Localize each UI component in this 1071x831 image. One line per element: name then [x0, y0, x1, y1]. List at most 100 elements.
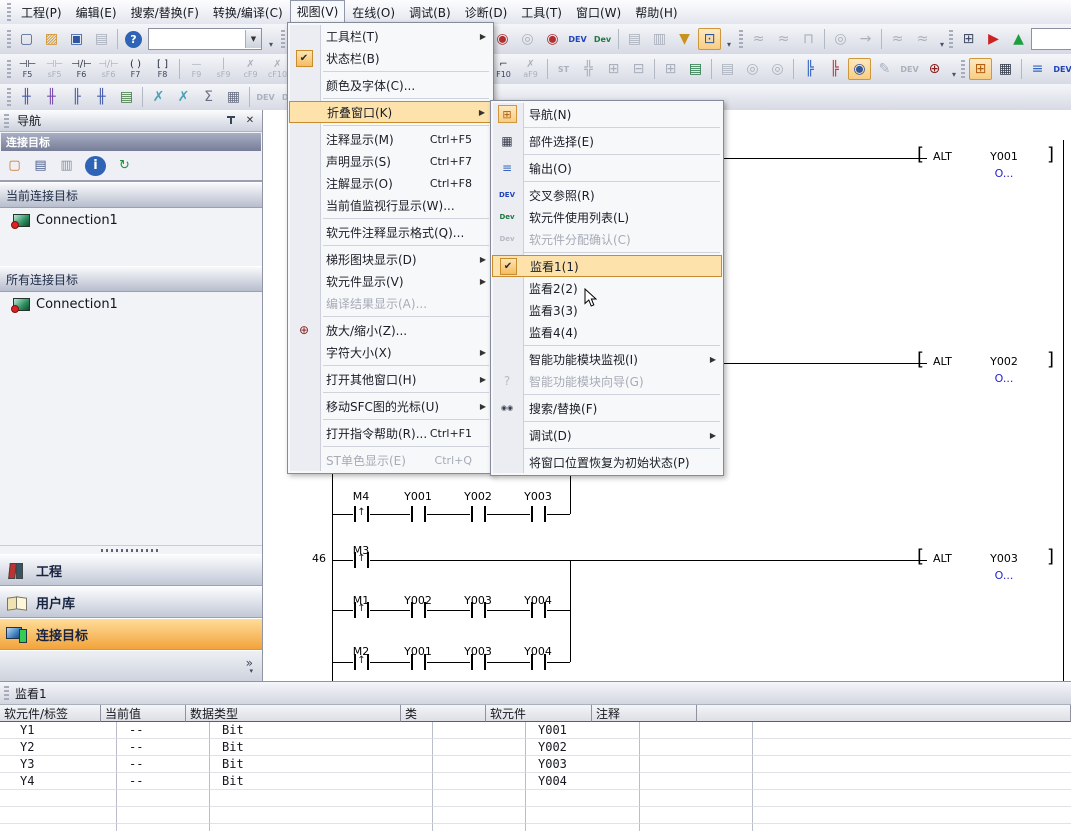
row-insert-icon[interactable]: ⊞: [602, 58, 625, 80]
error-check-icon[interactable]: ▲: [1007, 28, 1030, 50]
trace-setting-icon[interactable]: ≈: [772, 28, 795, 50]
submenu-item-c[interactable]: Dev软元件分配确认(C): [492, 228, 722, 250]
submenu-item-d[interactable]: 调试(D)▶: [492, 424, 722, 446]
menubar-item-h[interactable]: 帮助(H): [628, 1, 684, 24]
coil-button[interactable]: ( )F7: [122, 56, 149, 83]
toolbar-overflow-button[interactable]: ▾: [265, 27, 277, 52]
open-folder-icon[interactable]: ▨: [40, 28, 63, 50]
panel-splitter-handle[interactable]: [0, 545, 262, 554]
list-display-icon[interactable]: ╠: [798, 58, 821, 80]
edit-ladder-icon[interactable]: ╠: [823, 58, 846, 80]
cross-reference-icon[interactable]: DEV: [566, 28, 589, 50]
table-check-icon[interactable]: ▦: [222, 86, 245, 108]
view-menu-item-c[interactable]: 颜色及字体(C)...: [289, 74, 492, 96]
simulation-icon[interactable]: ⊞: [957, 28, 980, 50]
sigma-check-icon[interactable]: Σ: [197, 86, 220, 108]
view-menu-item-k[interactable]: 折叠窗口(K)▶: [289, 101, 492, 123]
statement-edit-icon[interactable]: ▤: [716, 58, 739, 80]
device-test-icon[interactable]: DEV: [898, 58, 921, 80]
ladder-block-split-icon[interactable]: ╫: [15, 86, 38, 108]
watch-column-header-3[interactable]: 数据类型: [186, 705, 401, 722]
watch-column-header-6[interactable]: 注释: [592, 705, 697, 722]
menubar-item-b[interactable]: 调试(B): [402, 1, 458, 24]
menubar-item-f[interactable]: 搜索/替换(F): [124, 1, 206, 24]
submenu-item-4[interactable]: 监看4(4): [492, 321, 722, 343]
menubar-item-e[interactable]: 编辑(E): [69, 1, 124, 24]
batch-find-icon[interactable]: ◉: [541, 28, 564, 50]
view-menu-item-t[interactable]: 工具栏(T)▶: [289, 25, 492, 47]
panel-tab-item[interactable]: 工程: [0, 554, 262, 586]
navigation-window-icon[interactable]: ⊞: [969, 58, 992, 80]
delete-horizontal-line-button[interactable]: ✗cF9: [237, 56, 264, 83]
close-branch-button[interactable]: ⊣∕⊢sF6: [95, 56, 122, 83]
watch-column-header-5[interactable]: 软元件: [486, 705, 592, 722]
panel-grip[interactable]: [4, 114, 9, 128]
view-menu-item-h[interactable]: 打开其他窗口(H)▶: [289, 368, 492, 390]
view-menu-item-a[interactable]: 编译结果显示(A)...: [289, 292, 492, 314]
watch-row-y3[interactable]: Y3--BitY003: [0, 756, 1071, 773]
refresh-icon[interactable]: ↻: [114, 156, 135, 176]
view-menu-item-d[interactable]: 梯形图块显示(D)▶: [289, 248, 492, 270]
help-icon[interactable]: ?: [125, 31, 142, 48]
pulse-output-icon[interactable]: ⊓: [797, 28, 820, 50]
panel-tab-item[interactable]: 连接目标: [0, 618, 262, 650]
find-contact-icon[interactable]: ◉: [491, 28, 514, 50]
watch-column-header-1[interactable]: 软元件/标签: [0, 705, 101, 722]
open-contact-button[interactable]: ⊣⊢F5: [14, 56, 41, 83]
horizontal-line-button[interactable]: —F9: [183, 56, 210, 83]
column-insert-icon[interactable]: ⊞: [659, 58, 682, 80]
submenu-item-r[interactable]: DEV交叉参照(R): [492, 184, 722, 206]
submenu-item-n[interactable]: ⊞导航(N): [492, 103, 722, 125]
row-delete-icon[interactable]: ⊟: [627, 58, 650, 80]
watch-row-y1[interactable]: Y1--BitY001: [0, 722, 1071, 739]
view-menu-item-q[interactable]: 软元件注释显示格式(Q)...: [289, 221, 492, 243]
view-menu-item-v[interactable]: 软元件显示(V)▶: [289, 270, 492, 292]
menubar-item-c[interactable]: 转换/编译(C): [206, 1, 290, 24]
submenu-item-g[interactable]: ?智能功能模块向导(G): [492, 370, 722, 392]
delete-line-af9-button[interactable]: ✗aF9: [517, 56, 544, 83]
menubar-item-d[interactable]: 诊断(D): [458, 1, 515, 24]
submenu-item-e[interactable]: ▦部件选择(E): [492, 130, 722, 152]
application-instruction-button[interactable]: [ ]F8: [149, 56, 176, 83]
component-select-icon[interactable]: ▦: [994, 58, 1017, 80]
watch-column-header-4[interactable]: 类: [401, 705, 486, 722]
print-icon[interactable]: ▤: [90, 28, 113, 50]
step-break-icon[interactable]: ╫: [90, 86, 113, 108]
toolbar-overflow-button[interactable]: ▾: [723, 27, 735, 52]
submenu-item-l[interactable]: Dev软元件使用列表(L): [492, 206, 722, 228]
statement-icon[interactable]: ▤: [623, 28, 646, 50]
connection-item[interactable]: Connection1: [0, 292, 262, 316]
view-menu-item-b[interactable]: 状态栏(B): [289, 47, 492, 69]
ladder-block-merge-icon[interactable]: ╫: [40, 86, 63, 108]
watch-row-empty[interactable]: [0, 824, 1071, 831]
panel-grip[interactable]: [4, 686, 9, 700]
scan-time-box[interactable]: 100m: [1031, 28, 1071, 50]
contact-M4[interactable]: ↑: [353, 505, 370, 523]
view-menu-item-w[interactable]: 当前值监视行显示(W)...: [289, 194, 492, 216]
find-statement-icon[interactable]: ◎: [741, 58, 764, 80]
device-list-icon[interactable]: Dev: [591, 28, 614, 50]
view-menu-item-m[interactable]: 注释显示(M)Ctrl+F5: [289, 128, 492, 150]
output-window-icon[interactable]: ≡: [1026, 58, 1049, 80]
device-batch-icon[interactable]: DEV: [254, 86, 277, 108]
st-block-icon[interactable]: ST: [552, 58, 575, 80]
pin-icon[interactable]: [223, 113, 239, 128]
menubar-item-w[interactable]: 窗口(W): [569, 1, 628, 24]
watch-row-y4[interactable]: Y4--BitY004: [0, 773, 1071, 790]
submenu-item-3[interactable]: 监看3(3): [492, 299, 722, 321]
submenu-item-p[interactable]: 将窗口位置恢复为初始状态(P): [492, 451, 722, 473]
write-mode-icon[interactable]: ✎: [873, 58, 896, 80]
monitor-mode-icon[interactable]: ⊡: [698, 28, 721, 50]
read-mode-icon[interactable]: ◉: [848, 58, 871, 80]
submenu-item-1[interactable]: 监看1(1): [492, 255, 722, 277]
note-icon[interactable]: ▥: [648, 28, 671, 50]
close-contact-button[interactable]: ⊣∕⊢F6: [68, 56, 95, 83]
panel-tab-item[interactable]: 用户库: [0, 586, 262, 618]
contact-Y001[interactable]: [410, 505, 427, 523]
submenu-item-o[interactable]: ≡输出(O): [492, 157, 722, 179]
view-menu-item-r[interactable]: 打开指令帮助(R)...Ctrl+F1: [289, 422, 492, 444]
panel-collapse-bar[interactable]: » ▾: [0, 650, 262, 681]
find-device-icon[interactable]: ◎: [516, 28, 539, 50]
new-document-icon[interactable]: ▢: [15, 28, 38, 50]
open-branch-button[interactable]: ⊣⊢sF5: [41, 56, 68, 83]
